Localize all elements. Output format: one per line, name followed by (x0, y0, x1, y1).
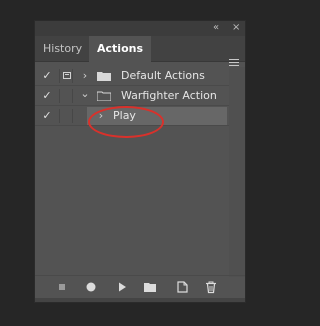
chevron-down-icon[interactable]: ⌄ (79, 87, 91, 101)
action-set-label: Warfighter Action (121, 89, 217, 102)
tab-history[interactable]: History (35, 36, 90, 62)
stop-icon[interactable] (55, 280, 69, 294)
list-scrollbar[interactable] (229, 67, 245, 277)
action-row[interactable]: ✓ › Play (35, 107, 245, 126)
folder-open-icon (97, 91, 111, 101)
tab-actions[interactable]: Actions (89, 36, 151, 62)
folder-icon[interactable] (143, 280, 157, 294)
chevron-right-icon[interactable]: › (79, 69, 91, 83)
new-item-icon[interactable] (175, 280, 189, 294)
folder-icon (97, 72, 111, 81)
trash-icon[interactable] (204, 280, 218, 294)
close-panel-icon[interactable]: × (232, 22, 240, 34)
action-label: Play (113, 109, 136, 122)
collapse-panel-icon[interactable]: « (213, 22, 219, 34)
selection-highlight (87, 107, 227, 125)
toggle-dialog-icon[interactable] (59, 69, 73, 83)
chevron-right-icon[interactable]: › (95, 109, 107, 123)
actions-panel: « × History Actions ✓ › Default Actions … (34, 20, 246, 303)
toggle-item-check-icon[interactable]: ✓ (41, 109, 53, 123)
toggle-dialog-icon[interactable] (59, 109, 73, 123)
record-icon[interactable] (84, 280, 98, 294)
toggle-item-check-icon[interactable]: ✓ (41, 69, 53, 83)
panel-resize-strip[interactable] (35, 298, 245, 302)
action-set-row[interactable]: ✓ › Default Actions (35, 67, 245, 86)
toggle-item-check-icon[interactable]: ✓ (41, 89, 53, 103)
action-set-row[interactable]: ✓ ⌄ Warfighter Action (35, 87, 245, 106)
play-icon[interactable] (115, 280, 129, 294)
panel-titlebar: « × (35, 21, 245, 36)
action-set-label: Default Actions (121, 69, 205, 82)
panel-tabs: History Actions (35, 36, 245, 66)
panel-footer (35, 275, 245, 298)
toggle-dialog-icon[interactable] (59, 89, 73, 103)
